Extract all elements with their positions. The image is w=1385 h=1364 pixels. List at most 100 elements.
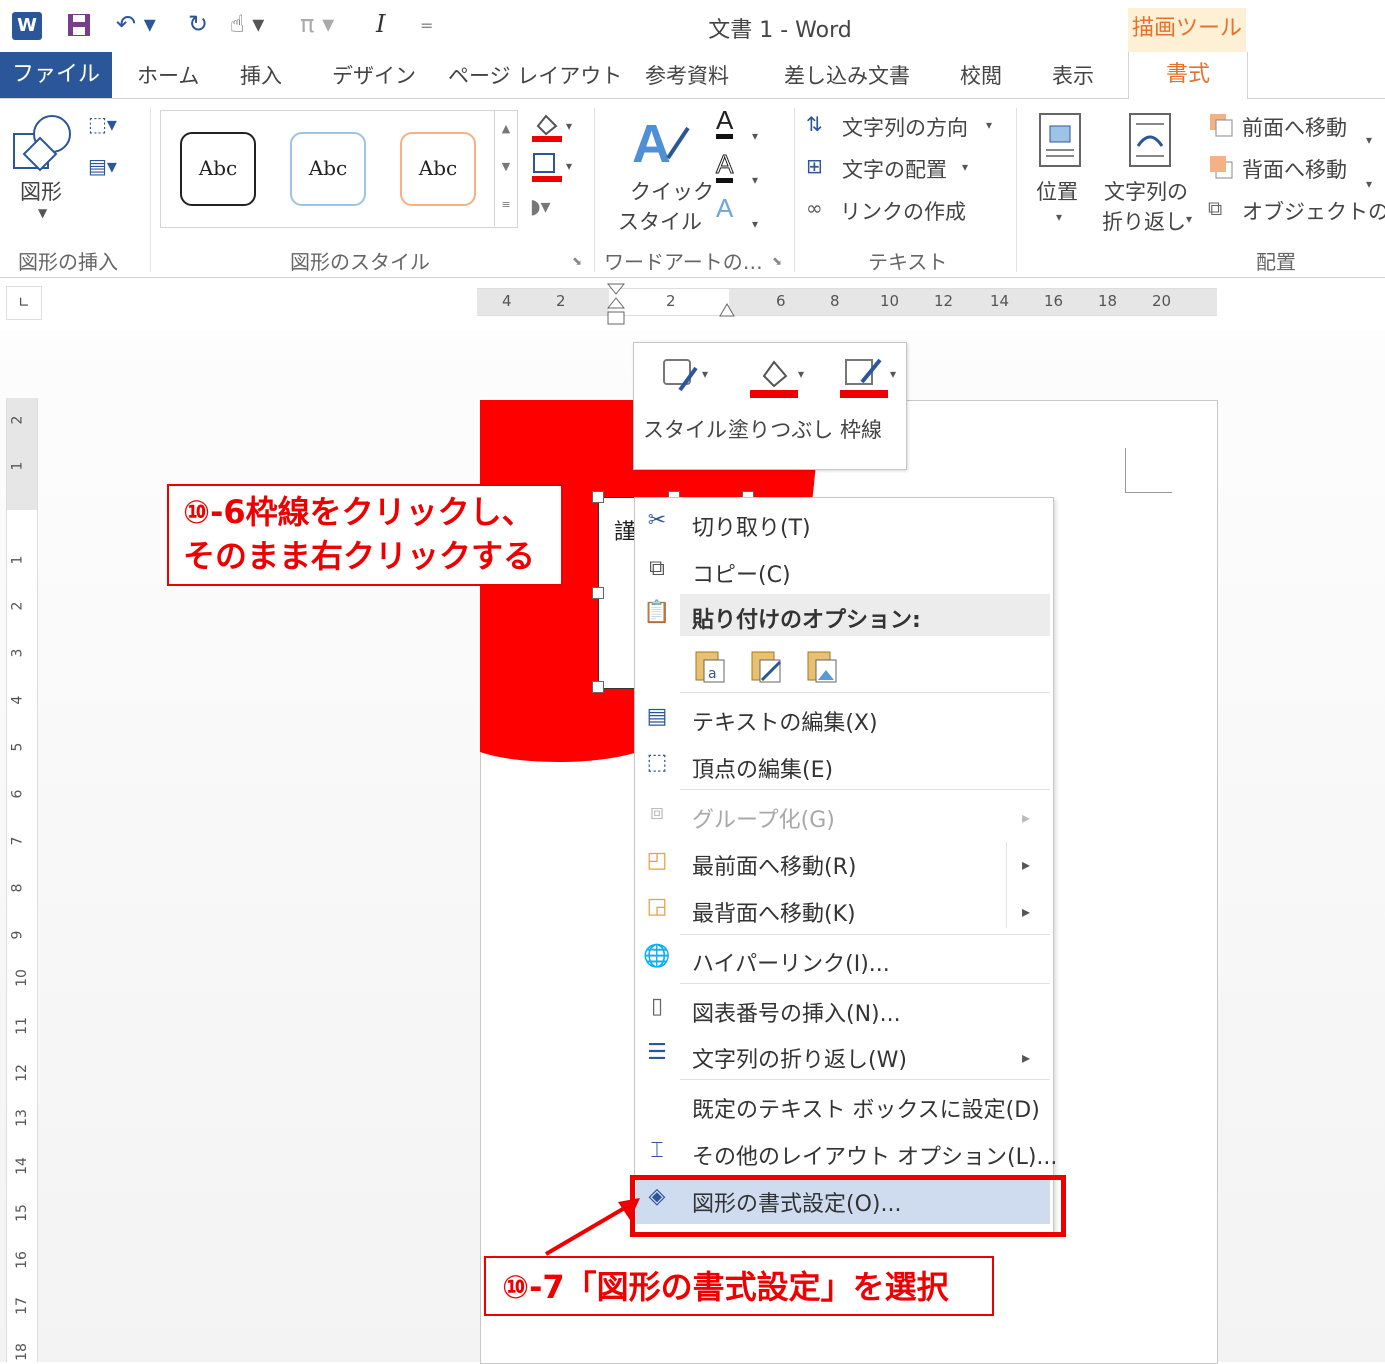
send-backward-button[interactable]: 背面へ移動 <box>1242 154 1347 184</box>
shapes-icon[interactable] <box>12 112 74 174</box>
vertical-ruler-number: 12 <box>13 1064 30 1082</box>
equation-icon[interactable]: π ▾ <box>300 10 334 38</box>
edit-shape-icon[interactable]: ⬚▾ <box>88 112 117 136</box>
menu-item-insert-caption[interactable]: 図表番号の挿入(N)... <box>692 996 901 1028</box>
text-outline-icon[interactable]: A <box>715 150 734 183</box>
shape-outline-icon[interactable]: ▾ <box>530 150 578 184</box>
menu-item-send-to-back[interactable]: 最背面へ移動(K) <box>692 896 856 928</box>
style-sample-black[interactable]: Abc <box>180 132 256 206</box>
svg-text:▾: ▾ <box>890 367 896 381</box>
vertical-ruler-number: 10 <box>13 969 30 987</box>
wrap-text-label-1[interactable]: 文字列の <box>1104 176 1188 206</box>
redo-icon[interactable]: ↻ <box>188 10 208 38</box>
svg-text:▾: ▾ <box>798 367 804 381</box>
gallery-scroll[interactable]: ▲ ▼ ≡ <box>494 110 517 226</box>
tab-file[interactable]: ファイル <box>0 52 112 98</box>
paste-merge-icon[interactable] <box>750 648 784 684</box>
mini-outline-label[interactable]: 枠線 <box>840 414 882 444</box>
fill-icon[interactable]: ▾ <box>750 354 810 400</box>
tab-view[interactable]: 表示 <box>1052 60 1094 90</box>
dropdown-arrow-icon: ▾ <box>962 160 969 174</box>
text-direction-icon[interactable]: ⇅ <box>806 112 823 136</box>
wrap-text-label-2[interactable]: 折り返し <box>1102 206 1186 236</box>
equation-glyph: π <box>300 10 315 38</box>
save-icon[interactable] <box>66 12 92 38</box>
quick-style-icon[interactable]: A <box>632 108 692 174</box>
quick-style-label-2[interactable]: スタイル <box>618 206 702 236</box>
scissors-icon: ✂ <box>647 508 667 533</box>
menu-item-cut[interactable]: 切り取り(T) <box>692 510 811 542</box>
mini-fill-label[interactable]: 塗りつぶし <box>728 414 833 444</box>
position-button[interactable]: 位置 <box>1036 176 1078 206</box>
text-align-button[interactable]: 文字の配置 <box>842 154 947 184</box>
outline-icon[interactable]: ▾ <box>840 354 902 400</box>
shape-effects-icon[interactable]: ◗▾ <box>530 194 551 218</box>
wrap-text-icon[interactable] <box>1128 112 1172 168</box>
menu-item-more-layout-options[interactable]: その他のレイアウト オプション(L)... <box>692 1139 1057 1171</box>
textbox-icon[interactable]: ▤▾ <box>88 154 117 178</box>
layout-options-icon: ⌶ <box>650 1138 664 1163</box>
edit-text-icon: ▤ <box>646 704 668 729</box>
text-fill-icon[interactable]: A <box>716 106 734 139</box>
menu-item-wrap-text[interactable]: 文字列の折り返し(W) <box>692 1042 907 1074</box>
tab-mailings[interactable]: 差し込み文書 <box>784 60 910 90</box>
shape-fill-icon[interactable]: ▾ <box>530 110 578 144</box>
quick-style-label-1[interactable]: クイック <box>630 176 714 206</box>
paste-picture-icon[interactable] <box>806 648 840 684</box>
mini-style-label[interactable]: スタイル <box>643 414 727 444</box>
create-link-button[interactable]: リンクの作成 <box>840 196 966 226</box>
tab-format[interactable]: 書式 <box>1128 52 1248 99</box>
resize-handle[interactable] <box>592 491 604 503</box>
group-label-text: テキスト <box>868 250 948 274</box>
menu-item-edit-points[interactable]: 頂点の編集(E) <box>692 752 833 784</box>
shapes-button[interactable]: 図形 <box>20 176 62 206</box>
position-icon[interactable] <box>1038 112 1082 168</box>
hyperlink-icon: 🌐 <box>643 944 671 969</box>
ruler-number: 10 <box>880 292 900 310</box>
ruler-number: 14 <box>990 292 1010 310</box>
tab-selector-icon[interactable]: ∟ <box>6 286 42 320</box>
submenu-split-line <box>1006 842 1007 928</box>
tab-page-layout[interactable]: ページ レイアウト <box>448 60 622 90</box>
style-sample-orange[interactable]: Abc <box>400 132 476 206</box>
style-sample-blue[interactable]: Abc <box>290 132 366 206</box>
touch-mode-icon[interactable]: ☝ ▾ <box>230 10 264 38</box>
menu-separator <box>680 1079 1050 1080</box>
menu-item-bring-to-front[interactable]: 最前面へ移動(R) <box>692 849 856 881</box>
copy-icon: ⧉ <box>649 556 665 581</box>
callout-step7: ⑩-7「図形の書式設定」を選択 <box>484 1256 994 1316</box>
text-align-icon[interactable]: ⊞ <box>806 154 823 178</box>
bring-forward-button[interactable]: 前面へ移動 <box>1242 112 1347 142</box>
menu-item-hyperlink[interactable]: ハイパーリンク(I)... <box>692 946 890 978</box>
selection-pane-button[interactable]: オブジェクトの選 <box>1242 196 1385 226</box>
menu-separator <box>680 934 1050 935</box>
resize-handle[interactable] <box>592 681 604 693</box>
tab-home[interactable]: ホーム <box>137 60 199 90</box>
menu-item-set-default-textbox[interactable]: 既定のテキスト ボックスに設定(D) <box>692 1092 1040 1124</box>
italic-icon[interactable]: I <box>376 10 385 38</box>
dialog-launcher-icon[interactable]: ⬊ <box>572 254 582 268</box>
tab-insert[interactable]: 挿入 <box>240 60 282 90</box>
selection-pane-icon[interactable]: ⧉ <box>1208 196 1222 220</box>
style-icon[interactable]: ▾ <box>662 356 714 396</box>
text-effects-icon[interactable]: A <box>716 194 733 222</box>
undo-icon[interactable]: ↶ ▾ <box>116 10 156 38</box>
menu-item-copy[interactable]: コピー(C) <box>692 557 791 589</box>
bring-forward-icon[interactable] <box>1208 112 1234 138</box>
right-indent-marker-icon[interactable] <box>718 302 736 320</box>
highlight-box <box>630 1175 1066 1237</box>
indent-marker-icon[interactable] <box>606 282 626 326</box>
tab-references[interactable]: 参考資料 <box>645 60 729 90</box>
paste-options-header: 貼り付けのオプション: <box>692 608 921 633</box>
send-backward-icon[interactable] <box>1208 154 1234 180</box>
paste-keep-source-icon[interactable]: a <box>694 648 728 684</box>
tab-design[interactable]: デザイン <box>332 60 416 90</box>
tab-review[interactable]: 校閲 <box>960 60 1002 90</box>
menu-item-edit-text[interactable]: テキストの編集(X) <box>692 705 878 737</box>
dialog-launcher-icon[interactable]: ⬊ <box>772 254 782 268</box>
link-icon[interactable]: ∞ <box>806 196 823 220</box>
customize-qat-icon[interactable]: = <box>420 16 433 35</box>
resize-handle[interactable] <box>592 587 604 599</box>
vertical-ruler-number: 15 <box>13 1204 30 1222</box>
text-direction-button[interactable]: 文字列の方向 <box>842 112 968 142</box>
